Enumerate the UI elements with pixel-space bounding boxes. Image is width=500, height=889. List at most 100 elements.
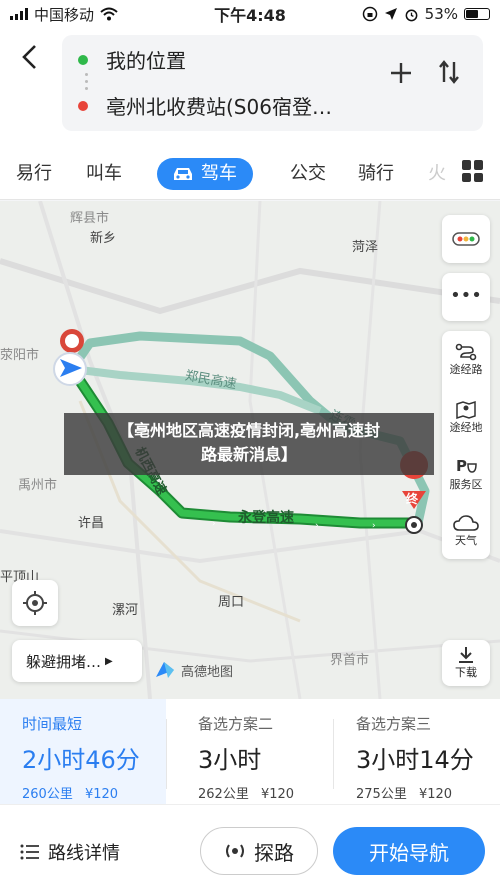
service-area-button[interactable]: P 服务区 xyxy=(442,445,490,502)
traffic-toggle[interactable] xyxy=(442,215,490,263)
amap-logo-text: 高德地图 xyxy=(181,664,234,680)
more-dots-icon: ••• xyxy=(450,285,482,306)
via-place-button[interactable]: 途经地 xyxy=(442,388,490,445)
plan-option-2[interactable]: 备选方案二 3小时 262公里 ¥120 xyxy=(176,699,342,804)
plan-distance: 262公里 xyxy=(198,787,249,802)
alarm-icon xyxy=(405,9,418,21)
plan-toll: ¥120 xyxy=(418,787,453,802)
svg-text:›: › xyxy=(315,521,319,531)
weather-button[interactable]: 天气 xyxy=(442,502,490,559)
tab-bus[interactable]: 公交 xyxy=(290,158,326,190)
location-arrow-icon xyxy=(384,8,397,20)
map-label-jieshou: 界首市 xyxy=(330,653,370,668)
explore-route-label: 探路 xyxy=(254,840,294,865)
crosshair-icon xyxy=(23,591,47,615)
list-icon xyxy=(20,844,39,860)
plan-distance: 275公里 xyxy=(356,787,407,802)
headline-line-2: 路最新消息】 xyxy=(200,445,297,464)
amap-logo-icon xyxy=(156,662,174,678)
map-label-heze: 菏泽 xyxy=(352,240,379,255)
plan-time: 3小时 xyxy=(198,746,262,774)
start-navigation-button[interactable]: 开始导航 xyxy=(333,827,485,875)
plan-toll: ¥120 xyxy=(84,787,119,802)
wifi-icon xyxy=(100,7,118,21)
chevron-left-icon xyxy=(22,45,36,69)
carrier-name: 中国移动 xyxy=(34,5,95,24)
road-label-yongdeng: 永登高速 xyxy=(238,510,294,526)
route-header: 我的位置 亳州北收费站(S06宿登… xyxy=(0,28,500,148)
via-road-icon xyxy=(455,343,477,360)
map-label-luohe: 漯河 xyxy=(112,603,139,618)
add-waypoint-button[interactable] xyxy=(384,57,418,92)
route-input-box: 我的位置 亳州北收费站(S06宿登… xyxy=(62,35,483,131)
status-bar: 中国移动 下午4:48 53% xyxy=(0,0,500,28)
side-tools-panel: 途经路 途经地 P 服务区 天气 xyxy=(442,331,490,559)
battery-percent: 53% xyxy=(424,5,458,23)
download-icon xyxy=(459,647,473,663)
plan-distance: 260公里 xyxy=(22,787,73,802)
headline-line-1: 【亳州地区高速疫情封闭,亳州高速封 xyxy=(117,421,381,440)
map-label-xuchang: 许昌 xyxy=(78,516,105,531)
route-dots xyxy=(85,73,88,90)
tab-taxi[interactable]: 叫车 xyxy=(86,158,122,190)
weather-label: 天气 xyxy=(455,533,477,547)
route-details-label: 路线详情 xyxy=(48,843,120,864)
tab-walk[interactable]: 易行 xyxy=(16,158,52,190)
route-plans: 时间最短 2小时46分 260公里 ¥120 备选方案二 3小时 262公里 ¥… xyxy=(0,699,500,804)
swap-button[interactable] xyxy=(432,57,466,92)
plan-time: 3小时14分 xyxy=(356,746,474,774)
map-label-xingyang: 荥阳市 xyxy=(0,348,40,363)
plan-option-1[interactable]: 时间最短 2小时46分 260公里 ¥120 xyxy=(0,699,166,804)
tab-bike[interactable]: 骑行 xyxy=(358,158,394,190)
plan-option-3[interactable]: 备选方案三 3小时14分 275公里 ¥120 xyxy=(334,699,500,804)
tab-drive-label: 驾车 xyxy=(201,163,237,184)
bottom-action-bar: 路线详情 探路 开始导航 xyxy=(0,804,500,889)
plan-title: 备选方案三 xyxy=(356,715,432,733)
route-details-button[interactable]: 路线详情 xyxy=(20,839,120,865)
download-button[interactable]: 下载 xyxy=(442,640,490,686)
radar-icon xyxy=(226,844,244,858)
via-place-label: 途经地 xyxy=(449,420,483,434)
swap-icon xyxy=(439,60,459,84)
end-marker-label: 终 xyxy=(406,492,419,506)
svg-text:›: › xyxy=(372,521,376,531)
tab-more[interactable]: 火 xyxy=(428,158,446,190)
plan-time: 2小时46分 xyxy=(22,746,140,774)
status-time: 下午4:48 xyxy=(214,6,286,25)
origin-text: 我的位置 xyxy=(106,49,186,73)
car-icon xyxy=(174,168,192,180)
traffic-light-icon xyxy=(452,232,480,246)
cloud-icon xyxy=(453,514,479,531)
caret-right-icon: ▶ xyxy=(105,655,113,667)
avoid-congestion-button[interactable]: 躲避拥堵… ▶ xyxy=(12,640,142,682)
origin-dot-icon xyxy=(78,54,88,65)
plus-icon xyxy=(391,63,411,83)
via-road-button[interactable]: 途经路 xyxy=(442,331,490,388)
service-area-icon: P xyxy=(456,457,477,475)
battery-icon xyxy=(464,8,490,20)
grid-menu-icon[interactable] xyxy=(462,160,484,182)
tab-drive[interactable]: 驾车 xyxy=(157,158,253,190)
back-button[interactable] xyxy=(14,42,44,72)
map-pin-icon xyxy=(456,400,476,419)
svg-text:P: P xyxy=(456,457,467,475)
destination-dot-icon xyxy=(78,100,88,111)
lock-rotation-icon xyxy=(362,6,377,22)
origin-field[interactable]: 我的位置 xyxy=(78,45,186,74)
destination-text: 亳州北收费站(S06宿登… xyxy=(106,95,332,119)
avoid-congestion-label: 躲避拥堵… xyxy=(26,652,102,671)
plan-title: 备选方案二 xyxy=(198,715,274,733)
amap-logo: 高德地图 xyxy=(154,660,233,680)
explore-route-button[interactable]: 探路 xyxy=(200,827,318,875)
locate-button[interactable] xyxy=(12,580,58,626)
map-label-xinxiang: 新乡 xyxy=(90,231,117,246)
plan-toll: ¥120 xyxy=(260,787,295,802)
download-label: 下载 xyxy=(455,666,477,679)
more-options-button[interactable]: ••• xyxy=(442,273,490,321)
via-road-label: 途经路 xyxy=(449,362,483,376)
service-area-label: 服务区 xyxy=(449,477,483,491)
signal-icon xyxy=(10,8,28,20)
transport-modes: 易行 叫车 驾车 公交 骑行 火 xyxy=(0,148,500,200)
map-label-zhoukou: 周口 xyxy=(218,595,245,610)
destination-field[interactable]: 亳州北收费站(S06宿登… xyxy=(78,91,332,120)
